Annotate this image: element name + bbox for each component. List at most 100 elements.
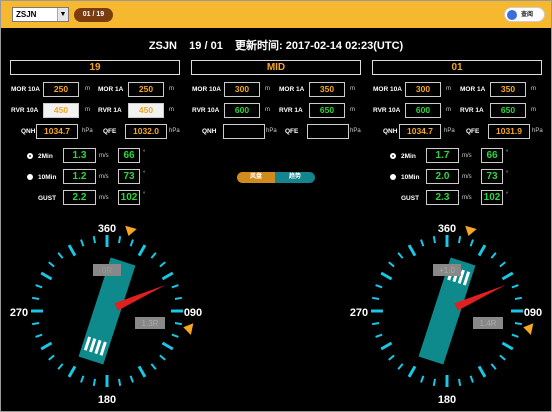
runway19-rvr1a: 450	[128, 103, 164, 118]
runway19-title: 19	[10, 60, 180, 75]
runway19-gust-dir: 102	[118, 190, 140, 205]
compass-tick	[490, 252, 497, 259]
compass-tick	[432, 378, 437, 387]
mor10a-label: MOR 10A	[11, 86, 40, 93]
compass-s-label: 180	[98, 394, 116, 406]
radio-2min[interactable]	[27, 153, 33, 159]
compass-tick	[514, 321, 523, 326]
unit-m: m	[169, 86, 174, 92]
unit-deg: °	[506, 192, 509, 198]
unit-ms: m/s	[99, 174, 109, 180]
compass-tick	[477, 244, 487, 257]
unit-deg: °	[143, 150, 146, 156]
compass-tick	[67, 244, 77, 257]
compass-tick	[161, 341, 174, 351]
unit-deg: °	[506, 150, 509, 156]
mid-mor1a: 350	[309, 82, 345, 97]
radio-10min[interactable]	[390, 174, 396, 180]
runway01-qnh: 1034.7	[399, 124, 441, 139]
user-label: 查阅	[521, 12, 534, 18]
runway01-gust-speed: 2.3	[426, 190, 459, 205]
station-select[interactable]: ZSJN ▼	[12, 7, 69, 22]
compass-tick	[40, 271, 53, 281]
mid-title: MID	[191, 60, 361, 75]
qnh-label: QNH	[202, 128, 217, 135]
unit-hpa: hPa	[82, 128, 93, 134]
compass-tick	[171, 284, 179, 289]
radio-2min[interactable]	[390, 153, 396, 159]
qfe-label: QFE	[466, 128, 480, 135]
rvr10a-label: RVR 10A	[11, 107, 39, 114]
unit-ms: m/s	[462, 153, 472, 159]
runway01-title: 01	[372, 60, 542, 75]
east-marker-icon	[523, 323, 534, 335]
mid-rvr10a: 600	[224, 103, 260, 118]
unit-m: m	[350, 86, 355, 92]
compass-tick	[477, 365, 487, 378]
compass-tick	[159, 261, 166, 268]
unit-ms: m/s	[462, 195, 472, 201]
compass-tick	[137, 244, 147, 257]
runway19-10min-speed: 1.2	[63, 169, 96, 184]
compass-tick	[31, 321, 40, 326]
unit-m: m	[350, 107, 355, 113]
runway19-2min-speed: 1.3	[63, 148, 96, 163]
qnh-label: QNH	[383, 128, 398, 135]
runway01-qfe: 1031.9	[488, 124, 530, 139]
runway19-2min-dir: 66	[118, 148, 140, 163]
compass-tick	[92, 235, 97, 244]
compass-tick	[40, 341, 53, 351]
compass-tick	[397, 363, 404, 370]
compass-tick	[57, 363, 64, 370]
compass-tick	[80, 375, 85, 383]
compass-tick	[501, 341, 514, 351]
runway19-qfe: 1032.0	[125, 124, 167, 139]
user-button[interactable]: 查阅	[504, 7, 545, 22]
page-counter[interactable]: 01 / 19	[74, 8, 113, 22]
compass-tick	[137, 365, 147, 378]
compass-tick	[432, 235, 437, 244]
user-icon	[507, 10, 517, 20]
unit-m: m	[265, 86, 270, 92]
crosswind-tag: 1.3R	[142, 319, 159, 328]
runway-pair: 19 / 01	[189, 40, 223, 52]
unit-ms: m/s	[99, 195, 109, 201]
unit-deg: °	[506, 171, 509, 177]
trend-button[interactable]: 趋势	[275, 172, 315, 183]
compass-tick	[161, 271, 174, 281]
unit-hpa: hPa	[169, 128, 180, 134]
compass-tick	[420, 239, 425, 247]
east-marker-icon	[183, 323, 194, 335]
compass-tick	[80, 239, 85, 247]
compass-e-label: 090	[524, 307, 542, 319]
radio-10min[interactable]	[27, 174, 33, 180]
unit-m: m	[531, 86, 536, 92]
unit-hpa: hPa	[532, 128, 543, 134]
unit-m: m	[531, 107, 536, 113]
top-toolbar: ZSJN ▼ 01 / 19 查阅	[1, 1, 551, 28]
compass-tick	[174, 321, 183, 326]
mid-mor10a: 300	[224, 82, 260, 97]
compass-tick	[397, 252, 404, 259]
mid-rvr1a: 650	[309, 103, 345, 118]
unit-m: m	[446, 86, 451, 92]
compass-tick	[48, 261, 55, 268]
2min-label: 2Min	[401, 153, 416, 160]
unit-deg: °	[143, 192, 146, 198]
app-window: ZSJN ▼ 01 / 19 查阅 ZSJN 19 / 01 更新时间: 201…	[0, 0, 552, 412]
runway01-2min-speed: 1.7	[426, 148, 459, 163]
wind-dial-button[interactable]: 风盘	[237, 172, 275, 183]
compass-tick	[117, 235, 122, 244]
compass-tick	[380, 271, 393, 281]
compass-tick	[35, 284, 43, 289]
gust-label: GUST	[401, 195, 420, 202]
unit-hpa: hPa	[266, 128, 277, 134]
headwind-tag: 0R	[102, 266, 112, 275]
compass-tick	[129, 375, 134, 383]
unit-hpa: hPa	[444, 128, 455, 134]
mor10a-label: MOR 10A	[373, 86, 402, 93]
crosswind-tag: 1.4R	[480, 319, 497, 328]
runway19-mor10a: 250	[43, 82, 79, 97]
compass-tick	[67, 365, 77, 378]
runway01-rvr10a: 600	[405, 103, 441, 118]
